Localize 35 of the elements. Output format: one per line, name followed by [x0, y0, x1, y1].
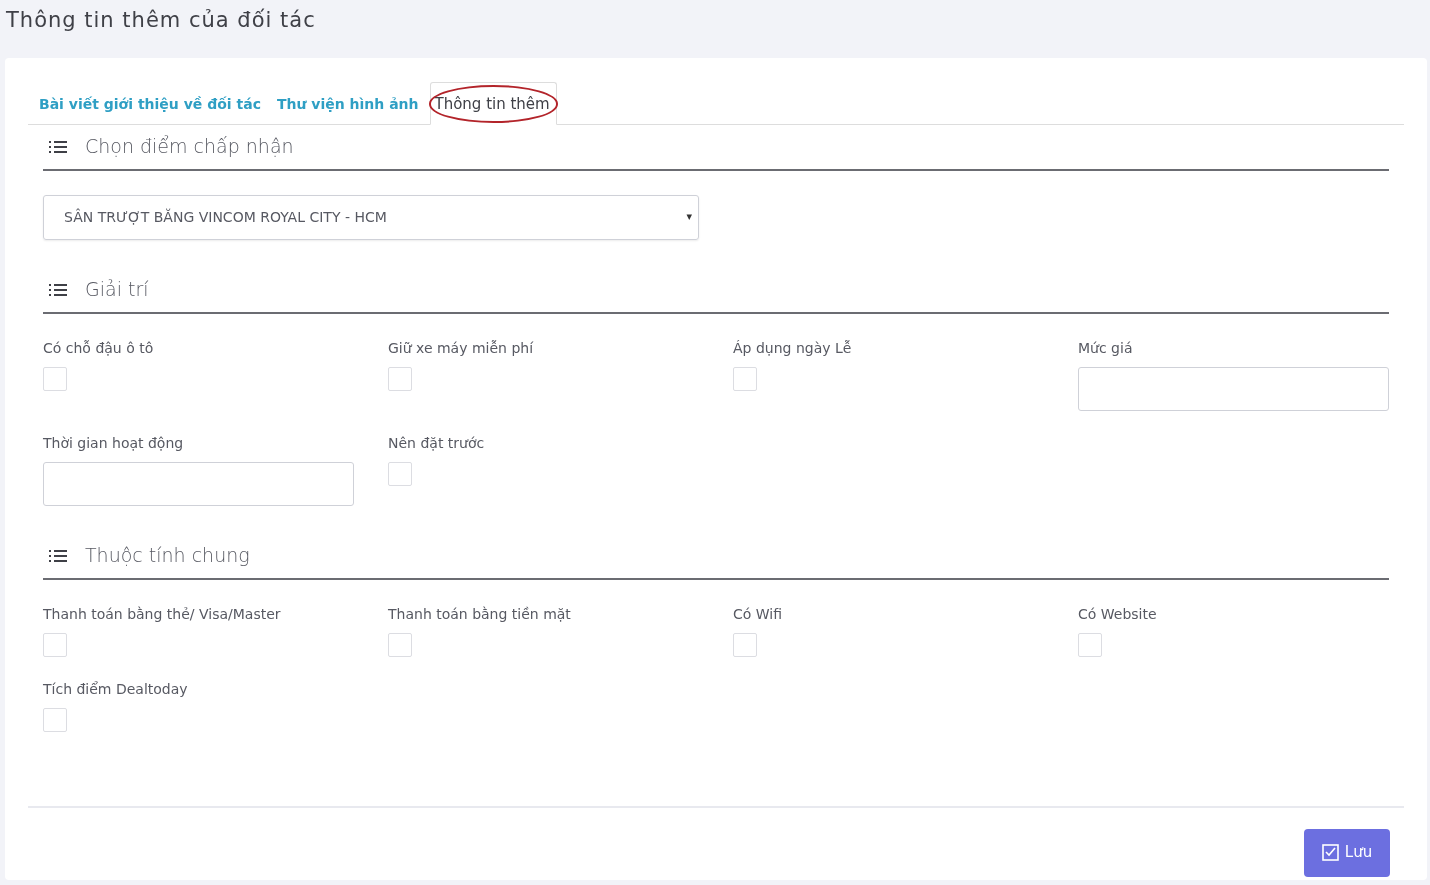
list-icon	[49, 139, 67, 154]
field-label: Mức giá	[1078, 338, 1134, 358]
section-title: Giải trí	[85, 277, 149, 303]
checkbox[interactable]	[43, 632, 67, 657]
field-label: Áp dụng ngày Lễ	[733, 338, 853, 358]
checkbox[interactable]	[43, 366, 67, 391]
tab[interactable]: Thư viện hình ảnh	[271, 82, 426, 125]
list-icon	[49, 282, 67, 297]
checkbox[interactable]	[388, 461, 412, 486]
section-title: Thuộc tính chung	[85, 543, 250, 569]
page-title: Thông tin thêm của đối tác	[5, 7, 317, 34]
field-label: Tích điểm Dealtoday	[43, 679, 189, 699]
field-label: Thanh toán bằng thẻ/ Visa/Master	[43, 604, 282, 624]
field-label: Nên đặt trước	[388, 433, 486, 453]
tab[interactable]: Thông tin thêm	[429, 82, 557, 125]
checkbox[interactable]	[43, 707, 67, 732]
select-field[interactable]: SÂN TRƯỢT BĂNG VINCOM ROYAL CITY - HCM ▾	[43, 194, 699, 240]
tab[interactable]: Bài viết giới thiệu về đối tác	[34, 82, 268, 125]
field-label: Có Wifi	[733, 604, 784, 624]
save-button[interactable]: Lưu	[1304, 828, 1390, 877]
checkbox[interactable]	[388, 632, 412, 657]
field-label: Thanh toán bằng tiền mặt	[388, 604, 572, 624]
list-icon	[49, 548, 67, 563]
field-label: Có chỗ đậu ô tô	[43, 338, 155, 358]
checkbox[interactable]	[733, 632, 757, 657]
checkbox[interactable]	[388, 366, 412, 391]
field-label: Thời gian hoạt động	[43, 433, 185, 453]
input-field[interactable]	[43, 461, 354, 506]
checkbox[interactable]	[733, 366, 757, 391]
field-label: Giữ xe máy miễn phí	[388, 338, 535, 358]
input-field[interactable]	[1078, 366, 1389, 411]
section-title: Chọn điểm chấp nhận	[85, 134, 294, 160]
checkbox-icon	[1321, 844, 1339, 861]
field-label: Có Website	[1078, 604, 1158, 624]
checkbox[interactable]	[1078, 632, 1102, 657]
